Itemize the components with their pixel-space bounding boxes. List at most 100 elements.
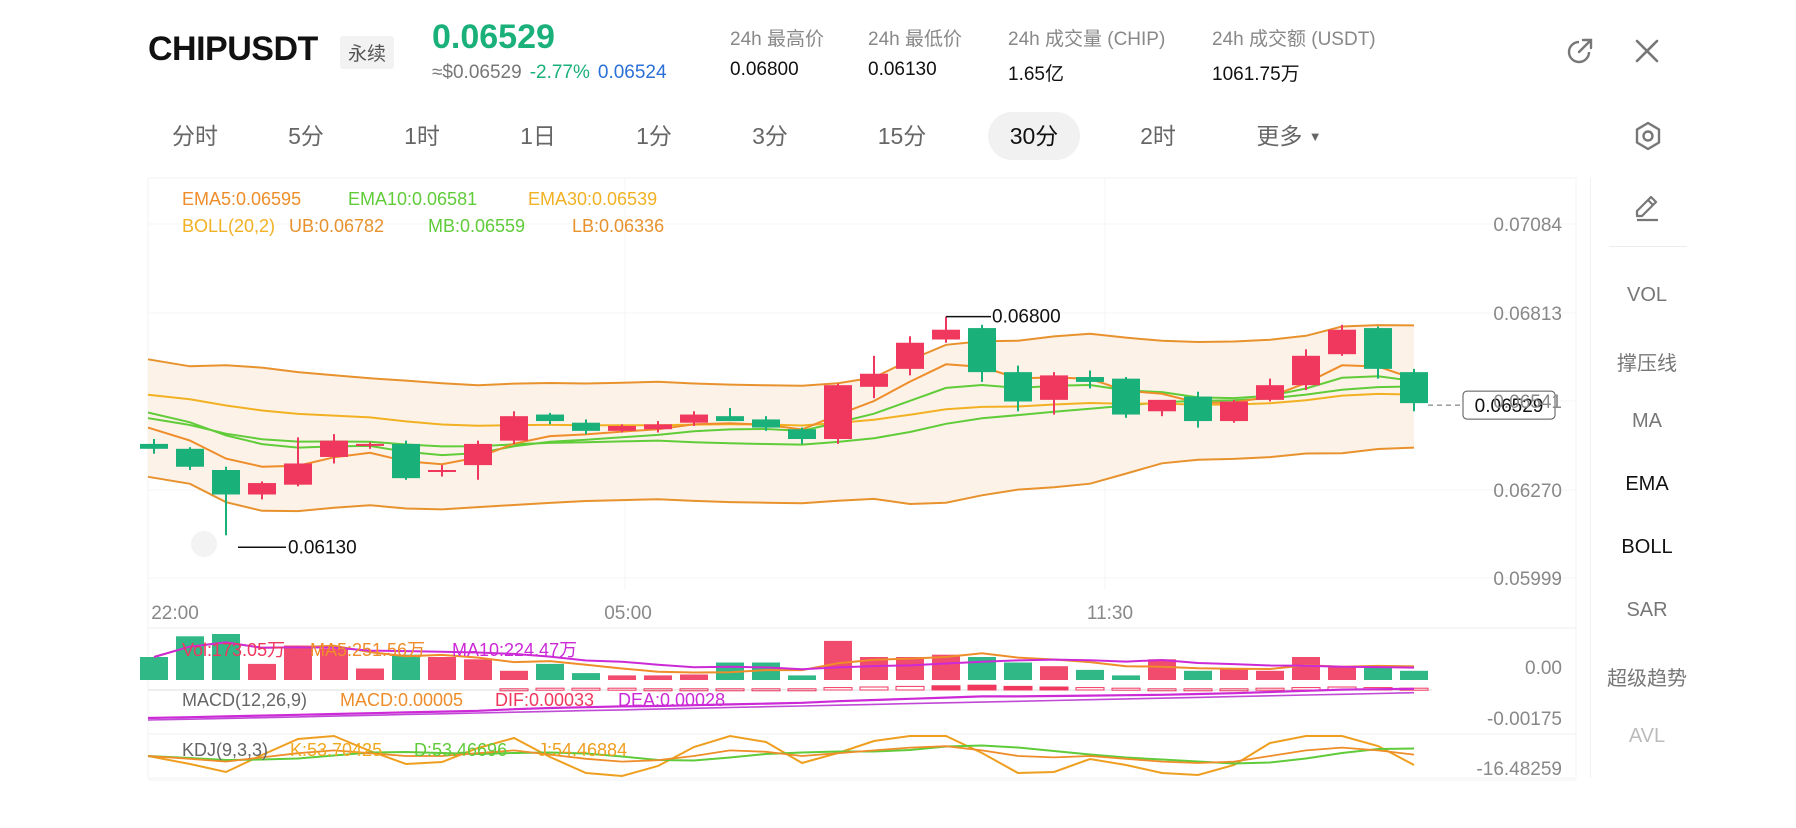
candle-body xyxy=(536,414,564,422)
candle-body xyxy=(752,419,780,428)
volume-bar xyxy=(284,645,312,680)
x-axis-tick-label: 05:00 xyxy=(604,603,652,624)
candle-body xyxy=(1112,378,1140,415)
legend-kdj-j: J:54.46884 xyxy=(538,740,627,760)
macd-histogram-bar xyxy=(1075,687,1105,691)
x-axis-tick-label: 22:00 xyxy=(151,603,199,624)
candle-body xyxy=(392,443,420,479)
high-marker-label: 0.06800 xyxy=(992,307,1061,328)
indicator-avl[interactable]: AVL xyxy=(1591,725,1703,748)
candle-body xyxy=(1004,372,1032,402)
volume-bar xyxy=(932,654,960,680)
candle-body xyxy=(1328,329,1356,355)
macd-histogram-bar xyxy=(1039,686,1069,691)
volume-bar xyxy=(356,668,384,680)
macd-histogram-bar xyxy=(931,685,961,691)
volume-bar xyxy=(1148,659,1176,680)
candle-body xyxy=(932,329,960,340)
indicator-boll[interactable]: BOLL xyxy=(1591,536,1703,559)
macd-histogram-bar xyxy=(859,686,889,691)
candle-body xyxy=(140,443,168,449)
volume-bar xyxy=(680,674,708,680)
macd-histogram-bar xyxy=(1111,687,1141,691)
candle-body xyxy=(284,463,312,485)
legend-dif: DIF:0.00033 xyxy=(495,690,594,710)
volume-bar xyxy=(572,673,600,680)
volume-bar xyxy=(1076,669,1104,680)
volume-bar xyxy=(1292,657,1320,680)
candle-body xyxy=(716,416,744,422)
candle-body xyxy=(608,425,636,431)
candle-body xyxy=(860,373,888,387)
volume-axis-label: 0.00 xyxy=(1525,658,1562,679)
candle-body xyxy=(464,443,492,466)
legend-ema30: EMA30:0.06539 xyxy=(528,189,657,209)
candle-body xyxy=(1220,401,1248,422)
legend-boll: BOLL(20,2) xyxy=(182,216,275,236)
macd-histogram-bar xyxy=(967,684,997,691)
candle-body xyxy=(572,422,600,431)
legend-kdj-title: KDJ(9,3,3) xyxy=(182,740,268,760)
legend-vol: Vol:173.05万 xyxy=(182,640,285,660)
indicator-sar[interactable]: SAR xyxy=(1591,599,1703,622)
candle-body xyxy=(1364,328,1392,369)
candle-body xyxy=(500,416,528,441)
volume-bar xyxy=(896,657,924,680)
legend-boll-ub: UB:0.06782 xyxy=(289,216,384,236)
indicator-support-resistance[interactable]: 撑压线 xyxy=(1591,347,1703,376)
candle-body xyxy=(1076,377,1104,382)
volume-bar xyxy=(824,640,852,680)
volume-bar xyxy=(464,659,492,680)
legend-dea: DEA:0.00028 xyxy=(618,690,725,710)
candle-body xyxy=(896,342,924,369)
divider xyxy=(1609,246,1687,247)
indicator-supertrend[interactable]: 超级趋势 xyxy=(1591,662,1703,691)
low-marker-label: 0.06130 xyxy=(288,537,357,558)
candle-body xyxy=(212,470,240,495)
volume-bar xyxy=(788,675,816,680)
chart-logo-icon xyxy=(191,531,217,557)
volume-bar xyxy=(1364,666,1392,680)
macd-dif-line xyxy=(147,687,1415,720)
candle-body xyxy=(1400,372,1428,404)
candle-body xyxy=(788,429,816,440)
candle-body xyxy=(356,443,384,446)
y-axis-tick-label: 0.05999 xyxy=(1493,569,1562,590)
indicator-ema[interactable]: EMA xyxy=(1591,473,1703,496)
candlestick-chart[interactable]: 0.068000.061300.065290.070840.068130.065… xyxy=(0,0,1796,828)
candle-body xyxy=(1148,399,1176,412)
legend-vol-ma5: MA5:251.56万 xyxy=(310,640,425,660)
legend-ema10: EMA10:0.06581 xyxy=(348,189,477,209)
legend-macd-title: MACD(12,26,9) xyxy=(182,690,307,710)
candle-body xyxy=(428,470,456,473)
candle-body xyxy=(176,448,204,467)
legend-boll-lb: LB:0.06336 xyxy=(572,216,664,236)
macd-axis-label: -0.00175 xyxy=(1487,709,1562,730)
volume-bar xyxy=(644,675,672,680)
y-axis-tick-label: 0.07084 xyxy=(1493,215,1562,236)
legend-boll-mb: MB:0.06559 xyxy=(428,216,525,236)
candle-body xyxy=(644,424,672,430)
candle-body xyxy=(1292,355,1320,386)
pencil-icon[interactable] xyxy=(1591,190,1703,230)
candle-body xyxy=(1040,375,1068,400)
volume-bar xyxy=(1184,670,1212,680)
candle-body xyxy=(680,414,708,423)
candle-body xyxy=(1256,385,1284,400)
indicator-vol[interactable]: VOL xyxy=(1591,284,1703,307)
candle-body xyxy=(824,385,852,440)
macd-histogram-bar xyxy=(895,685,925,691)
legend-vol-ma10: MA10:224.47万 xyxy=(452,640,577,660)
macd-histogram-bar xyxy=(1255,687,1285,691)
candle-body xyxy=(1184,396,1212,422)
legend-kdj-d: D:53.46696 xyxy=(414,740,507,760)
legend-macd: MACD:0.00005 xyxy=(340,690,463,710)
volume-bar xyxy=(1040,666,1068,680)
y-axis-tick-label: 0.06541 xyxy=(1493,392,1562,413)
indicator-ma[interactable]: MA xyxy=(1591,410,1703,433)
legend-kdj-k: K:53.70425 xyxy=(290,740,382,760)
volume-bar xyxy=(248,663,276,680)
candle-body xyxy=(968,328,996,373)
volume-bar xyxy=(500,670,528,680)
volume-bar xyxy=(1220,668,1248,680)
